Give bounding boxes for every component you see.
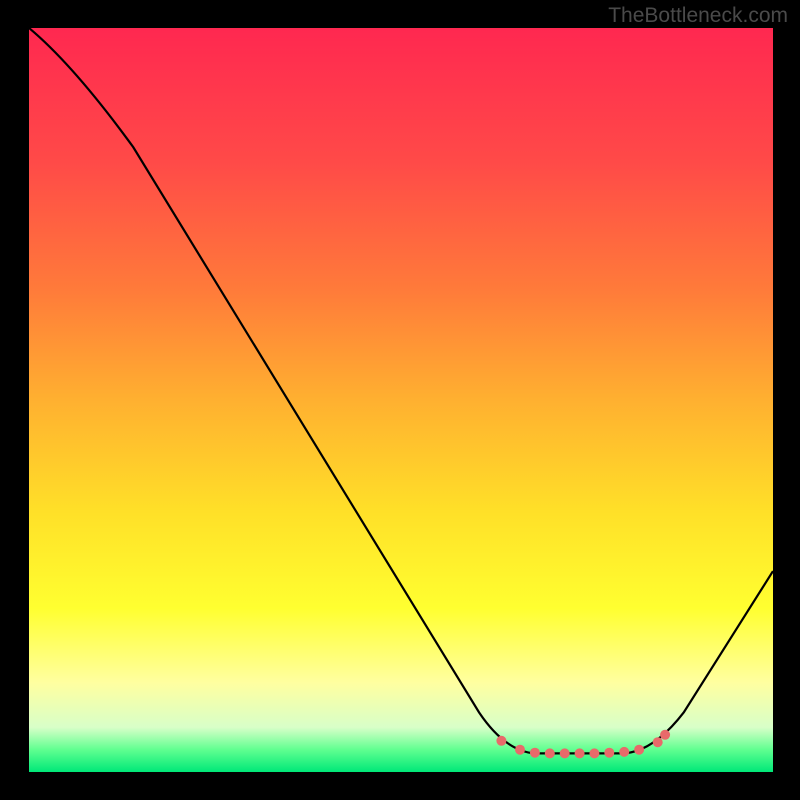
marker-dot <box>545 748 555 758</box>
marker-dot <box>575 748 585 758</box>
marker-dot <box>530 748 540 758</box>
marker-dot <box>660 730 670 740</box>
watermark-text: TheBottleneck.com <box>608 4 788 28</box>
marker-dot <box>634 745 644 755</box>
marker-dot <box>515 745 525 755</box>
chart-plot-area <box>29 28 773 772</box>
marker-dot <box>604 748 614 758</box>
marker-dot <box>496 736 506 746</box>
marker-dot <box>560 748 570 758</box>
chart-background <box>29 28 773 772</box>
marker-dot <box>653 737 663 747</box>
marker-dot <box>589 748 599 758</box>
marker-dot <box>619 747 629 757</box>
chart-svg <box>29 28 773 772</box>
